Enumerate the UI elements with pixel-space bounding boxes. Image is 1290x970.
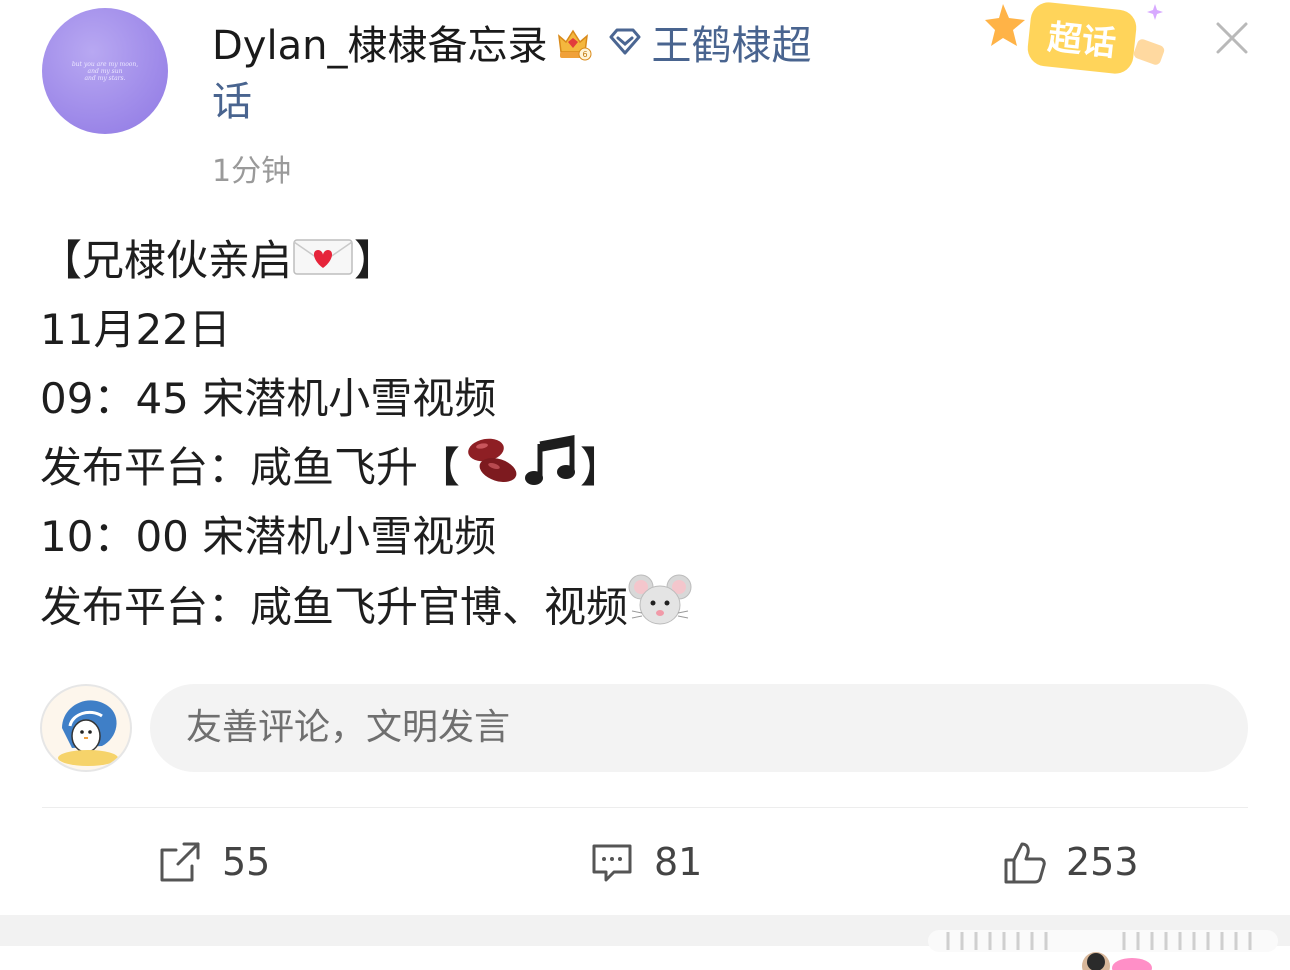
topic-link[interactable]: 王鹤棣超: [651, 13, 811, 71]
post-line-1: 【兄棣伙亲启 】: [40, 226, 1240, 295]
svg-text:6: 6: [583, 50, 588, 59]
author-name[interactable]: Dylan_棣棣备忘录: [212, 13, 547, 71]
sticker-decoration: [1066, 940, 1156, 970]
action-bar: 55 81 253: [0, 830, 1290, 894]
like-button[interactable]: 253: [1002, 830, 1139, 894]
post-line-6: 发布平台：咸鱼飞升官博、视频: [40, 571, 1240, 640]
avatar-caption-1: but you are my moon,: [71, 60, 139, 68]
love-letter-icon: [292, 229, 354, 298]
post-line-2: 11月22日: [40, 305, 231, 354]
beans-icon: [460, 434, 524, 508]
post-line-5: 10：00 宋潜机小雪视频: [40, 512, 497, 561]
post-content: 【兄棣伙亲启】 11月22日 09：45 宋潜机小雪视频 发布平台：咸鱼飞升【】…: [40, 226, 1240, 640]
comment-count: 81: [654, 840, 703, 884]
divider: [42, 807, 1248, 808]
avatar-caption-2: and my sun: [87, 67, 123, 75]
post-line-text: 【兄棣伙亲启: [40, 236, 293, 285]
share-square-icon: [160, 842, 200, 882]
diamond-icon: [607, 27, 643, 57]
author-info: Dylan_棣棣备忘录 6 王鹤棣超 话: [212, 14, 912, 134]
post-line-4: 发布平台：咸鱼飞升【 】: [40, 433, 1240, 502]
avatar-caption-3: and my stars.: [84, 74, 126, 82]
post-line-3: 09：45 宋潜机小雪视频: [40, 374, 497, 423]
mouse-face-icon: [628, 571, 692, 649]
comment-button[interactable]: 81: [590, 830, 702, 894]
repost-button[interactable]: 55: [158, 830, 270, 894]
post-line-text: 发布平台：咸鱼飞升官博、视频: [40, 582, 629, 632]
comment-bubble-icon: [592, 844, 632, 882]
music-note-icon: [524, 434, 580, 508]
post-line-text: 发布平台：咸鱼飞升【: [40, 443, 461, 492]
repost-count: 55: [222, 840, 271, 884]
my-avatar[interactable]: [40, 684, 132, 772]
author-avatar[interactable]: but you are my moon, and my sun and my s…: [42, 8, 168, 134]
super-topic-badge[interactable]: 超话: [985, 0, 1185, 90]
comment-input[interactable]: 友善评论，文明发言: [150, 684, 1248, 772]
crown-icon: 6: [553, 22, 593, 62]
post-header: but you are my moon, and my sun and my s…: [0, 0, 1290, 200]
like-count: 253: [1066, 840, 1139, 884]
comment-bar: 友善评论，文明发言: [40, 684, 1248, 774]
close-icon[interactable]: [1212, 18, 1252, 58]
super-topic-label: 超话: [1046, 18, 1118, 65]
post-line-suffix: 】: [580, 443, 623, 492]
thumbs-up-icon: [1004, 842, 1046, 884]
post-line-suffix: 】: [354, 236, 397, 285]
post-timestamp: 1分钟: [212, 154, 292, 189]
topic-link-continued[interactable]: 话: [212, 70, 912, 134]
